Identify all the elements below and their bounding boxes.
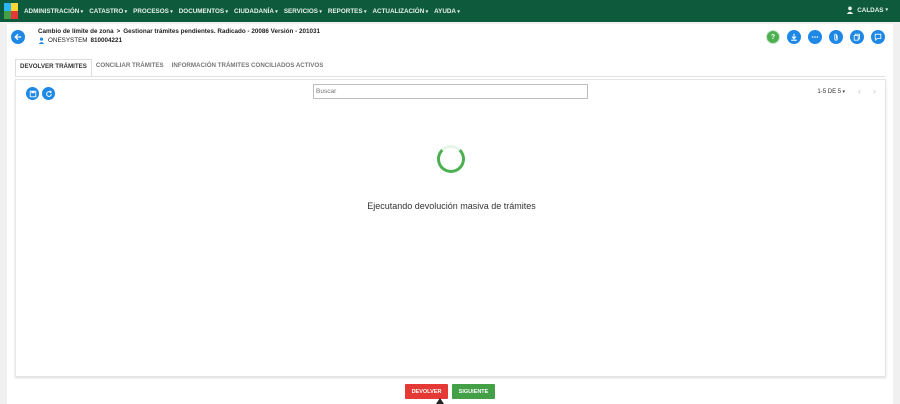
refresh-icon <box>45 89 52 97</box>
comments-button[interactable] <box>871 30 885 44</box>
more-horizontal-icon <box>811 36 819 38</box>
owner-info: ONESYSTEM 810004221 <box>38 37 122 44</box>
chevron-down-icon: ▾ <box>885 7 888 13</box>
refresh-button[interactable] <box>42 87 55 100</box>
prev-page-icon[interactable]: ‹ <box>858 86 861 96</box>
app-logo[interactable] <box>4 3 18 19</box>
help-button[interactable]: ? <box>766 30 780 44</box>
save-icon <box>29 90 36 97</box>
pagination-range[interactable]: 1-5 DE 5 <box>817 89 845 95</box>
save-button[interactable] <box>26 87 39 100</box>
breadcrumb-current: Gestionar trámites pendientes. Radicado … <box>123 28 320 35</box>
tab-conciliar-tramites[interactable]: CONCILIAR TRÁMITES <box>92 59 168 77</box>
return-button[interactable]: DEVOLVER <box>405 384 448 399</box>
more-options-button[interactable] <box>808 30 822 44</box>
menu-administracion[interactable]: ADMINISTRACIÓN <box>24 8 83 15</box>
person-icon <box>38 37 45 44</box>
status-message: Ejecutando devolución masiva de trámites <box>367 201 536 211</box>
breadcrumb-item[interactable]: Cambio de límite de zona <box>38 28 114 35</box>
arrow-left-icon <box>14 33 22 41</box>
mouse-cursor-icon <box>436 398 444 404</box>
attachments-button[interactable] <box>829 30 843 44</box>
menu-ciudadania[interactable]: CIUDADANÍA <box>234 8 278 15</box>
main-menu: ADMINISTRACIÓN CATASTRO PROCESOS DOCUMEN… <box>24 8 466 15</box>
loading-spinner <box>437 145 465 173</box>
user-icon <box>847 6 854 14</box>
menu-actualizacion[interactable]: ACTUALIZACIÓN <box>372 8 428 15</box>
tab-informacion-tramites[interactable]: INFORMACIÓN TRÁMITES CONCILIADOS ACTIVOS <box>168 59 328 77</box>
next-page-icon[interactable]: › <box>873 86 876 96</box>
menu-reportes[interactable]: REPORTES <box>328 8 367 15</box>
tab-bar: DEVOLVER TRÁMITES CONCILIAR TRÁMITES INF… <box>15 59 327 77</box>
content-card: 1-5 DE 5 ‹ › Ejecutando devolución masiv… <box>15 79 886 377</box>
copy-icon <box>853 33 860 41</box>
main-panel: Cambio de límite de zona > Gestionar trámi… <box>7 24 893 404</box>
header-actions: ? <box>759 30 885 44</box>
tab-devolver-tramites[interactable]: DEVOLVER TRÁMITES <box>15 59 92 77</box>
menu-ayuda[interactable]: AYUDA <box>434 8 460 15</box>
user-menu[interactable]: CALDAS ▾ <box>846 6 888 14</box>
owner-name: ONESYSTEM <box>48 37 88 44</box>
menu-procesos[interactable]: PROCESOS <box>133 8 173 15</box>
breadcrumb: Cambio de límite de zona > Gestionar trámi… <box>38 28 320 35</box>
next-button[interactable]: SIGUIENTE <box>452 384 495 399</box>
download-icon <box>791 33 797 41</box>
menu-catastro[interactable]: CATASTRO <box>89 8 127 15</box>
back-button[interactable] <box>11 30 25 44</box>
help-icon: ? <box>770 33 776 41</box>
attachment-icon <box>834 33 838 41</box>
breadcrumb-separator: > <box>116 28 121 35</box>
copy-button[interactable] <box>850 30 864 44</box>
page-header: Cambio de límite de zona > Gestionar trámi… <box>7 24 893 54</box>
user-name: CALDAS <box>857 6 884 14</box>
comment-icon <box>874 33 882 41</box>
menu-documentos[interactable]: DOCUMENTOS <box>179 8 228 15</box>
owner-id: 810004221 <box>90 37 123 44</box>
search-input[interactable] <box>313 84 588 99</box>
menu-servicios[interactable]: SERVICIOS <box>284 8 322 15</box>
download-button[interactable] <box>787 30 801 44</box>
tab-divider <box>15 76 885 77</box>
top-navbar: ADMINISTRACIÓN CATASTRO PROCESOS DOCUMEN… <box>0 0 900 22</box>
